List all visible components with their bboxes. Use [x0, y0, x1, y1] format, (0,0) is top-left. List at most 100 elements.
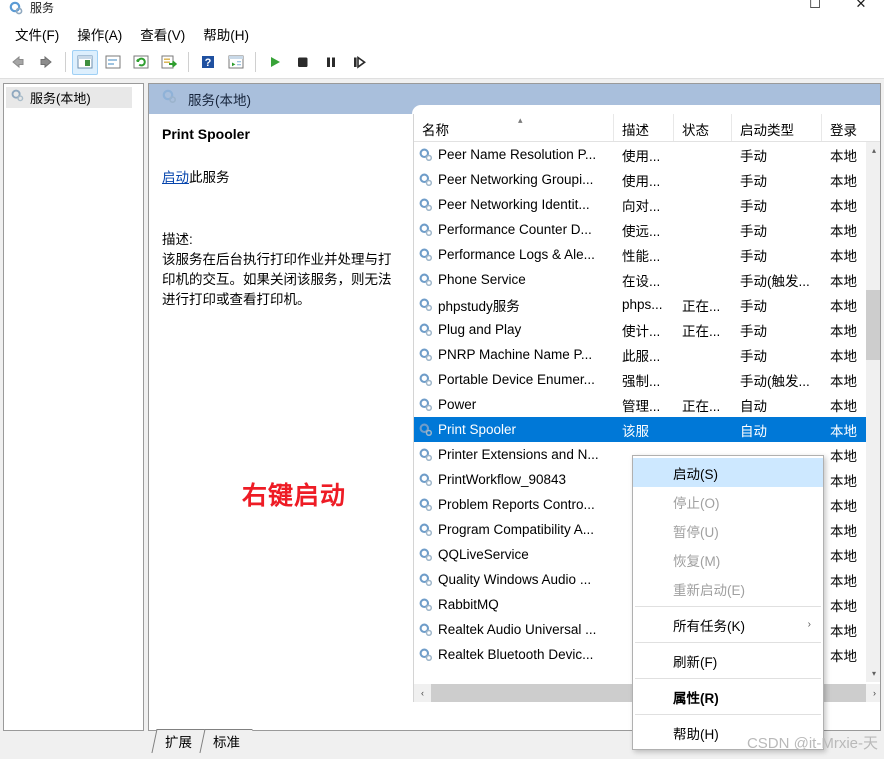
services-gear-icon — [418, 272, 434, 288]
services-gear-icon — [418, 472, 434, 488]
stop-service-icon[interactable] — [290, 50, 316, 75]
cell-service-name: PNRP Machine Name P... — [414, 342, 614, 367]
ctx-properties[interactable]: 属性(R) — [633, 682, 823, 711]
forward-icon[interactable] — [33, 50, 59, 75]
menu-item-label: 所有任务(K) — [673, 618, 745, 634]
services-gear-icon — [8, 0, 24, 16]
back-icon[interactable] — [5, 50, 31, 75]
cell-service-name: Peer Name Resolution P... — [414, 142, 614, 167]
export-list-icon[interactable] — [156, 50, 182, 75]
table-row[interactable]: Phone Service 在设... 手动(触发... 本地 — [414, 267, 880, 292]
menu-view[interactable]: 查看(V) — [131, 21, 194, 47]
scroll-down-arrow-icon[interactable]: ▾ — [866, 665, 880, 682]
window-title: 服务 — [30, 0, 55, 15]
ctx-start[interactable]: 启动(S) — [633, 458, 823, 487]
ctx-all-tasks[interactable]: 所有任务(K) › — [633, 610, 823, 639]
tab-standard[interactable]: 标准 — [199, 729, 253, 753]
cell-startup-type: 手动 — [740, 248, 767, 264]
tab-extended[interactable]: 扩展 — [151, 729, 205, 753]
properties-icon[interactable] — [100, 50, 126, 75]
table-row[interactable]: Peer Name Resolution P... 使用... 手动 本地 — [414, 142, 880, 167]
cell-startup-type: 手动 — [740, 298, 767, 314]
menu-item-label: 恢复(M) — [673, 553, 721, 569]
show-hide-console-tree-icon[interactable] — [72, 49, 98, 75]
services-gear-icon — [418, 622, 434, 638]
separator-1 — [635, 606, 821, 607]
maximize-button[interactable]: ☐ — [792, 0, 838, 15]
table-row[interactable]: Portable Device Enumer... 强制... 手动(触发... 本地 — [414, 367, 880, 392]
vertical-scrollbar[interactable]: ▴ ▾ — [866, 142, 880, 682]
table-row[interactable]: Power 管理... 正在... 自动 本地 — [414, 392, 880, 417]
cell-service-name: Printer Extensions and N... — [414, 442, 614, 467]
column-header-description[interactable]: 描述 — [614, 114, 674, 141]
cell-description: 此服... — [622, 348, 661, 364]
menu-item-label: 帮助(H) — [673, 726, 719, 742]
restart-service-icon[interactable] — [346, 50, 372, 75]
pause-service-icon[interactable] — [318, 50, 344, 75]
column-header-logon-as[interactable]: 登录 — [822, 114, 867, 141]
cell-startup-type: 手动 — [740, 223, 767, 239]
table-row[interactable]: Print Spooler 该服 自动 本地 — [414, 417, 880, 442]
start-service-link[interactable]: 启动 — [162, 170, 189, 185]
ctx-pause: 暂停(U) — [633, 516, 823, 545]
services-gear-icon — [418, 572, 434, 588]
services-gear-icon — [418, 372, 434, 388]
watermark: CSDN @it-Mrxie-天 — [746, 735, 878, 752]
services-gear-icon — [418, 247, 434, 263]
show-action-pane-icon[interactable] — [223, 50, 249, 75]
close-button[interactable]: ✕ — [838, 0, 884, 15]
vertical-scroll-thumb[interactable] — [866, 290, 880, 360]
cell-status: 正在... — [682, 398, 721, 414]
cell-text: phpstudy服务 — [438, 298, 520, 314]
cell-status — [674, 217, 732, 242]
scroll-up-arrow-icon[interactable]: ▴ — [866, 142, 880, 159]
cell-logon-as: 本地 — [830, 648, 857, 664]
cell-service-name: PrintWorkflow_90843 — [414, 467, 614, 492]
menu-action[interactable]: 操作(A) — [68, 21, 131, 47]
column-header-status[interactable]: 状态 — [674, 114, 732, 141]
table-row[interactable]: Performance Logs & Ale... 性能... 手动 本地 — [414, 242, 880, 267]
table-row[interactable]: Plug and Play 使计... 正在... 手动 本地 — [414, 317, 880, 342]
services-gear-icon — [418, 497, 434, 513]
table-row[interactable]: Performance Counter D... 使远... 手动 本地 — [414, 217, 880, 242]
cell-description: 管理... — [622, 398, 661, 414]
menu-file[interactable]: 文件(F) — [6, 21, 68, 47]
menu-help[interactable]: 帮助(H) — [194, 21, 258, 47]
table-row[interactable]: PNRP Machine Name P... 此服... 手动 本地 — [414, 342, 880, 367]
cell-service-name: Problem Reports Contro... — [414, 492, 614, 517]
column-header-name[interactable]: 名称 ▴ — [414, 114, 614, 141]
list-header: 名称 ▴ 描述 状态 启动类型 登录 — [414, 114, 880, 142]
column-header-startup-type[interactable]: 启动类型 — [732, 114, 822, 141]
cell-description: 向对... — [622, 198, 661, 214]
cell-status — [674, 192, 732, 217]
cell-startup-type: 手动 — [740, 148, 767, 164]
start-service-icon[interactable] — [262, 50, 288, 75]
service-detail-panel: Print Spooler 启动此服务 描述: 该服务在后台执行打印作业并处理与… — [149, 114, 413, 702]
cell-text: PrintWorkflow_90843 — [438, 472, 567, 487]
services-gear-icon — [418, 447, 434, 463]
cell-description: 使用... — [622, 173, 661, 189]
scroll-right-arrow-icon[interactable]: › — [866, 684, 880, 702]
tree-node-services-local[interactable]: 服务(本地) — [6, 87, 132, 108]
services-gear-icon — [418, 322, 434, 338]
table-row[interactable]: Peer Networking Identit... 向对... 手动 本地 — [414, 192, 880, 217]
detail-action-suffix: 此服务 — [189, 170, 230, 185]
menu-item-label: 停止(O) — [673, 495, 720, 511]
table-row[interactable]: Peer Networking Groupi... 使用... 手动 本地 — [414, 167, 880, 192]
ctx-refresh[interactable]: 刷新(F) — [633, 646, 823, 675]
refresh-icon[interactable] — [128, 50, 154, 75]
pane-header: 服务(本地) — [149, 84, 880, 115]
help-icon[interactable]: ? — [195, 50, 221, 75]
detail-description-label: 描述: — [162, 232, 193, 247]
cell-service-name: Peer Networking Identit... — [414, 192, 614, 217]
ctx-restart: 重新启动(E) — [633, 574, 823, 603]
cell-description: 性能... — [622, 248, 661, 264]
cell-text: Phone Service — [438, 272, 526, 287]
table-row[interactable]: phpstudy服务 phps... 正在... 手动 本地 — [414, 292, 880, 317]
scroll-left-arrow-icon[interactable]: ‹ — [414, 684, 431, 702]
services-gear-icon — [418, 347, 434, 363]
detail-action-line: 启动此服务 — [162, 166, 399, 186]
cell-text: Peer Networking Groupi... — [438, 172, 594, 187]
cell-status — [674, 417, 732, 442]
services-gear-icon — [418, 422, 434, 438]
